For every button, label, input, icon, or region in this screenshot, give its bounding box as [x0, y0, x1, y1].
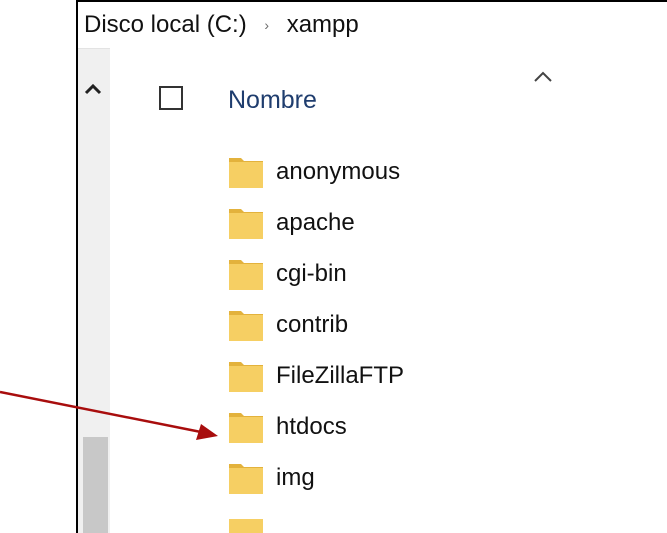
- file-row-img[interactable]: img: [110, 454, 667, 505]
- folder-icon: [229, 519, 263, 533]
- folder-icon: [229, 158, 263, 188]
- file-row-htdocs[interactable]: htdocs: [110, 403, 667, 454]
- file-name: contrib: [276, 311, 349, 338]
- file-list: Nombre anonymous apache cgi-bin contrib File…: [110, 48, 667, 533]
- file-row-partial[interactable]: [110, 505, 667, 533]
- file-row-apache[interactable]: apache: [110, 199, 667, 250]
- navigation-pane: [78, 48, 110, 533]
- column-header: Nombre: [110, 48, 667, 148]
- file-name: cgi-bin: [276, 260, 347, 287]
- file-row-contrib[interactable]: contrib: [110, 301, 667, 352]
- navigation-pane-scrollbar-thumb[interactable]: [83, 437, 108, 533]
- file-name: img: [276, 464, 315, 491]
- breadcrumb: Disco local (C:) › xampp: [78, 2, 667, 48]
- chevron-up-icon: [534, 71, 552, 82]
- folder-icon: [229, 464, 263, 494]
- file-row-anonymous[interactable]: anonymous: [110, 148, 667, 199]
- file-name: apache: [276, 209, 355, 236]
- folder-icon: [229, 413, 263, 443]
- folder-icon: [229, 362, 263, 392]
- breadcrumb-item-local-disk[interactable]: Disco local (C:): [78, 11, 247, 39]
- file-name: htdocs: [276, 413, 347, 440]
- screenshot-stage: Disco local (C:) › xampp Nombre anonymou…: [0, 0, 667, 533]
- file-explorer-window: Disco local (C:) › xampp Nombre anonymou…: [76, 0, 667, 533]
- folder-icon: [229, 209, 263, 239]
- scroll-up-icon[interactable]: [80, 77, 106, 103]
- breadcrumb-item-xampp[interactable]: xampp: [287, 11, 359, 39]
- breadcrumb-separator-icon[interactable]: ›: [247, 17, 287, 33]
- folder-icon: [229, 260, 263, 290]
- file-row-filezillaftp[interactable]: FileZillaFTP: [110, 352, 667, 403]
- file-rows: anonymous apache cgi-bin contrib FileZillaFT…: [110, 148, 667, 533]
- column-header-name[interactable]: Nombre: [228, 86, 317, 115]
- folder-icon: [229, 311, 263, 341]
- select-all-checkbox[interactable]: [159, 86, 183, 110]
- file-name: FileZillaFTP: [276, 362, 405, 389]
- file-row-cgi-bin[interactable]: cgi-bin: [110, 250, 667, 301]
- file-name: anonymous: [276, 158, 401, 185]
